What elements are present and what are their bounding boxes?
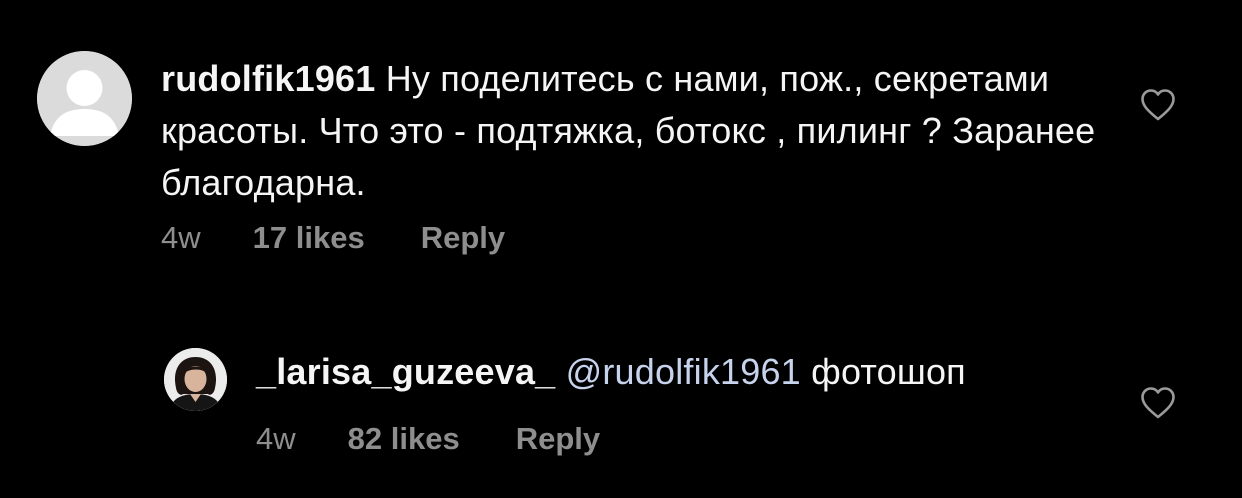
reply-username[interactable]: _larisa_guzeeva_	[256, 351, 555, 392]
comment-username[interactable]: rudolfik1961	[161, 58, 375, 99]
heart-outline-icon[interactable]	[1140, 386, 1176, 420]
comment-meta: 4w 17 likes Reply	[161, 220, 505, 256]
reply-message: фотошоп	[811, 351, 966, 392]
heart-outline-icon[interactable]	[1140, 88, 1176, 122]
comment-age: 4w	[161, 220, 201, 255]
reply-mention-link[interactable]: @rudolfik1961	[566, 351, 801, 392]
reply-reply-button[interactable]: Reply	[516, 421, 600, 457]
profile-photo	[164, 348, 227, 411]
comment-reply-button[interactable]: Reply	[421, 220, 505, 256]
comment-avatar[interactable]	[37, 51, 132, 146]
reply-avatar[interactable]	[164, 348, 227, 411]
reply-body: _larisa_guzeeva_ @rudolfik1961 фотошоп	[256, 349, 1156, 395]
default-profile-icon	[37, 51, 132, 146]
reply-age: 4w	[256, 421, 296, 456]
reply-meta: 4w 82 likes Reply	[256, 421, 600, 457]
reply-likes-count[interactable]: 82 likes	[348, 421, 460, 457]
comment-likes-count[interactable]: 17 likes	[253, 220, 365, 256]
comment-body: rudolfik1961 Ну поделитесь с нами, пож.,…	[161, 53, 1101, 209]
